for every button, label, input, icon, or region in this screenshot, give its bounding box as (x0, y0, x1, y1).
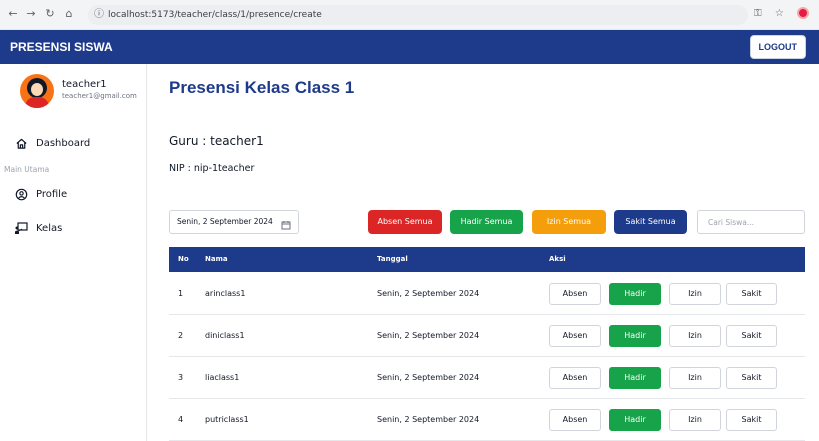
sidebar-section-label: Main Utama (4, 165, 50, 174)
user-circle-icon (14, 187, 28, 201)
presence-date: Senin, 2 September 2024 (377, 289, 480, 298)
address-bar-text: localhost:5173/teacher/class/1/presence/… (108, 10, 322, 20)
sakit-button[interactable]: Sakit (726, 409, 777, 431)
home-icon[interactable]: ⌂ (62, 7, 76, 21)
absen-button[interactable]: Absen (549, 283, 601, 305)
search-input[interactable] (697, 210, 805, 234)
absen-button[interactable]: Absen (549, 409, 601, 431)
presentation-board-icon (14, 221, 28, 235)
row-number: 3 (178, 373, 184, 382)
row-number: 1 (178, 289, 184, 298)
home-icon (14, 136, 28, 150)
sidebar-item-profile[interactable]: Profile (14, 185, 67, 203)
page-title: Presensi Kelas Class 1 (169, 78, 355, 97)
row-number: 4 (178, 415, 184, 424)
table-row: 3 liaclass1 Senin, 2 September 2024 Abse… (169, 357, 805, 399)
sidebar-item-label: Profile (36, 188, 68, 200)
back-icon[interactable]: ← (6, 7, 20, 21)
presence-date: Senin, 2 September 2024 (377, 373, 480, 382)
sakit-button[interactable]: Sakit (726, 283, 777, 305)
izin-button[interactable]: Izin (669, 283, 721, 305)
presence-date: Senin, 2 September 2024 (377, 415, 480, 424)
password-key-icon[interactable]: ⚿ (754, 8, 762, 19)
table-row: 1 arinclass1 Senin, 2 September 2024 Abs… (169, 273, 805, 315)
table-row: 4 putriclass1 Senin, 2 September 2024 Ab… (169, 399, 805, 441)
izin-all-button[interactable]: Izin Semua (532, 210, 606, 234)
browser-toolbar: ← → ↻ ⌂ ⓘ localhost:5173/teacher/class/1… (0, 0, 819, 30)
absen-button[interactable]: Absen (549, 325, 601, 347)
column-header-aksi: Aksi (549, 255, 566, 263)
browser-profile-icon[interactable] (797, 7, 809, 19)
date-picker-value: Senin, 2 September 2024 (177, 217, 273, 226)
forward-icon[interactable]: → (24, 7, 38, 21)
row-number: 2 (178, 331, 184, 340)
reload-icon[interactable]: ↻ (43, 7, 57, 21)
student-name: liaclass1 (205, 373, 240, 382)
hadir-button[interactable]: Hadir (609, 283, 661, 305)
logout-button[interactable]: LOGOUT (749, 35, 806, 59)
site-info-icon[interactable]: ⓘ (94, 5, 104, 25)
app-header: PRESENSI SISWA LOGOUT (0, 30, 819, 64)
hadir-button[interactable]: Hadir (609, 325, 661, 347)
column-header-no: No (178, 255, 189, 263)
hadir-all-button[interactable]: Hadir Semua (450, 210, 523, 234)
calendar-icon (281, 217, 291, 239)
sakit-button[interactable]: Sakit (726, 325, 777, 347)
column-header-nama: Nama (205, 255, 228, 263)
sidebar-item-kelas[interactable]: Kelas (14, 219, 62, 237)
teacher-name: Guru : teacher1 (169, 134, 264, 148)
teacher-nip: NIP : nip-1teacher (169, 163, 255, 174)
brand-title: PRESENSI SISWA (10, 40, 113, 54)
absen-all-button[interactable]: Absen Semua (368, 210, 442, 234)
table-row: 2 diniclass1 Senin, 2 September 2024 Abs… (169, 315, 805, 357)
student-name: arinclass1 (205, 289, 246, 298)
student-name: putriclass1 (205, 415, 249, 424)
hadir-button[interactable]: Hadir (609, 409, 661, 431)
izin-button[interactable]: Izin (669, 409, 721, 431)
address-bar[interactable]: ⓘ localhost:5173/teacher/class/1/presenc… (88, 5, 748, 25)
sakit-all-button[interactable]: Sakit Semua (614, 210, 687, 234)
sidebar: teacher1 teacher1@gmail.com Dashboard Ma… (0, 64, 147, 441)
sidebar-item-label: Dashboard (36, 137, 91, 149)
student-name: diniclass1 (205, 331, 245, 340)
izin-button[interactable]: Izin (669, 325, 721, 347)
hadir-button[interactable]: Hadir (609, 367, 661, 389)
table-header: No Nama Tanggal Aksi (169, 247, 805, 272)
presence-date: Senin, 2 September 2024 (377, 331, 480, 340)
user-email: teacher1@gmail.com (62, 92, 137, 100)
avatar (20, 74, 54, 108)
date-picker[interactable]: Senin, 2 September 2024 (169, 210, 299, 234)
user-name: teacher1 (62, 79, 107, 90)
sakit-button[interactable]: Sakit (726, 367, 777, 389)
sidebar-item-label: Kelas (36, 222, 63, 234)
absen-button[interactable]: Absen (549, 367, 601, 389)
izin-button[interactable]: Izin (669, 367, 721, 389)
sidebar-item-dashboard[interactable]: Dashboard (14, 134, 90, 152)
column-header-tanggal: Tanggal (377, 255, 408, 263)
bookmark-star-icon[interactable]: ☆ (775, 8, 784, 19)
